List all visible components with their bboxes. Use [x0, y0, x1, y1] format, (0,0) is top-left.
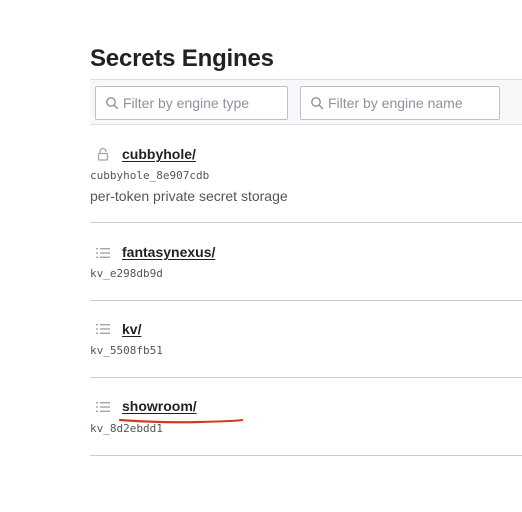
engine-description: per-token private secret storage	[90, 188, 288, 204]
engine-list-item-showroom[interactable]: showroom/ kv_8d2ebdd1	[90, 378, 522, 456]
engine-name-filter[interactable]	[300, 86, 500, 120]
engine-accessor: kv_8d2ebdd1	[90, 422, 163, 435]
engine-type-filter-input[interactable]	[123, 87, 282, 119]
list-icon	[96, 324, 110, 334]
search-icon	[106, 97, 119, 110]
engine-list-item-kv[interactable]: kv/ kv_5508fb51	[90, 301, 522, 378]
engine-list-item-cubbyhole[interactable]: cubbyhole/ cubbyhole_8e907cdb per-token …	[90, 125, 522, 223]
search-icon	[311, 97, 324, 110]
engine-type-filter[interactable]	[95, 86, 288, 120]
engine-path-link[interactable]: fantasynexus/	[122, 244, 215, 260]
engine-path-link[interactable]: showroom/	[122, 398, 197, 414]
list-icon	[96, 402, 110, 412]
engine-accessor: kv_5508fb51	[90, 344, 163, 357]
lock-icon	[97, 147, 109, 161]
engine-path-link[interactable]: kv/	[122, 321, 141, 337]
engine-accessor: cubbyhole_8e907cdb	[90, 169, 210, 182]
engine-list-item-fantasynexus[interactable]: fantasynexus/ kv_e298db9d	[90, 223, 522, 301]
secrets-engines-page: Secrets Engines cubbyhole/ cubbyhole_8e9…	[0, 0, 522, 512]
page-title: Secrets Engines	[90, 45, 274, 72]
engine-name-filter-input[interactable]	[328, 87, 494, 119]
filter-toolbar	[90, 79, 522, 125]
list-icon	[96, 248, 110, 258]
engine-path-link[interactable]: cubbyhole/	[122, 146, 196, 162]
engine-accessor: kv_e298db9d	[90, 267, 163, 280]
